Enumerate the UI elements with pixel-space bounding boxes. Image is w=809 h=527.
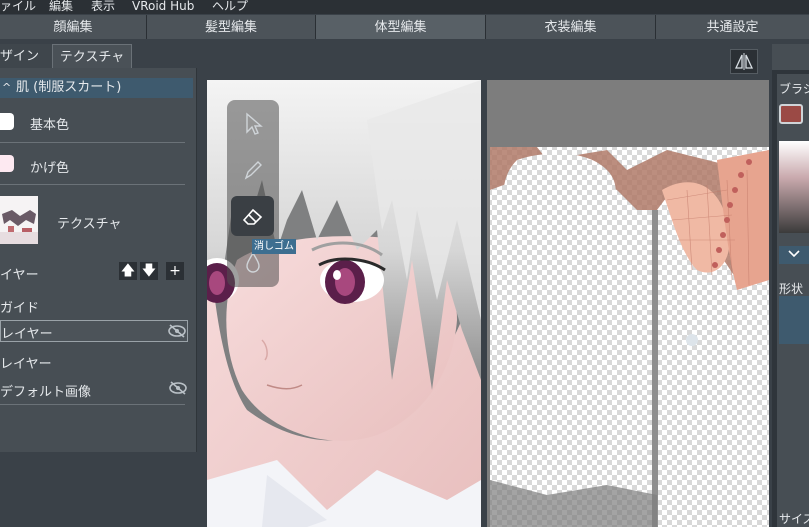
left-panel: ザイン テクスチャ ^ 肌 (制服スカート) 基本色 かげ色 テクスチャ イヤー…: [0, 44, 200, 527]
brush-settings-box: ブラシ 形状 サイズ: [777, 74, 809, 527]
right-panel: ブラシ 形状 サイズ: [772, 44, 809, 527]
menu-file[interactable]: ァイル: [0, 0, 36, 13]
visibility-hidden-icon[interactable]: [167, 324, 187, 338]
tab-texture[interactable]: テクスチャ: [52, 44, 132, 68]
collapse-icon: ^: [2, 81, 12, 94]
menu-edit[interactable]: 編集: [49, 0, 73, 13]
brush-shape-preview[interactable]: [779, 296, 809, 344]
layer-header: イヤー: [0, 268, 39, 283]
section-header-skin[interactable]: ^ 肌 (制服スカート): [0, 78, 193, 98]
layer-item-selected[interactable]: レイヤー: [0, 320, 188, 342]
add-layer-button[interactable]: +: [166, 262, 184, 280]
section-title: 肌 (制服スカート): [16, 80, 122, 95]
texture-label: テクスチャ: [57, 217, 122, 232]
symmetry-icon: [734, 53, 754, 70]
texture-thumbnail-image: [0, 196, 38, 244]
skin-settings-panel: ^ 肌 (制服スカート) 基本色 かげ色 テクスチャ イヤー 🡅 🡇 + ガイド…: [0, 68, 197, 452]
brush-color-swatch[interactable]: [779, 104, 803, 124]
uv-texture-render: [487, 80, 769, 527]
visibility-hidden-icon[interactable]: [168, 381, 188, 395]
menu-bar: ァイル 編集 表示 VRoid Hub ヘルプ: [0, 0, 809, 14]
menu-help[interactable]: ヘルプ: [212, 0, 248, 13]
tab-body-edit[interactable]: 体型編集: [316, 15, 486, 39]
tab-design[interactable]: ザイン: [0, 44, 52, 68]
divider: [0, 184, 185, 185]
eraser-icon: [242, 208, 263, 225]
right-panel-header: [772, 44, 809, 70]
menu-vroid-hub[interactable]: VRoid Hub: [132, 0, 194, 13]
mode-tab-bar: 顔編集 髪型編集 体型編集 衣装編集 共通設定: [0, 15, 809, 39]
select-cursor-icon[interactable]: [243, 112, 263, 136]
eraser-tooltip: 消しゴム: [252, 239, 296, 254]
layer-item[interactable]: レイヤー: [0, 353, 52, 372]
texture-thumbnail[interactable]: [0, 196, 38, 244]
pen-icon[interactable]: [242, 158, 264, 182]
shade-color-swatch[interactable]: [0, 155, 14, 172]
color-picker-gradient[interactable]: [779, 141, 809, 233]
divider: [0, 404, 185, 405]
shade-color-label: かげ色: [30, 161, 70, 176]
tab-face-edit[interactable]: 顔編集: [0, 15, 147, 39]
texture-canvas[interactable]: [487, 80, 769, 527]
base-color-swatch[interactable]: [0, 113, 14, 130]
brush-label: ブラシ: [779, 82, 809, 96]
menu-view[interactable]: 表示: [91, 0, 115, 13]
base-color-label: 基本色: [30, 118, 70, 133]
dropdown-chevron[interactable]: [779, 246, 809, 264]
divider: [0, 142, 185, 143]
size-label: サイズ: [779, 512, 809, 526]
tool-palette: [227, 100, 279, 287]
tab-costume-edit[interactable]: 衣装編集: [486, 15, 656, 39]
move-layer-down-button[interactable]: 🡇: [140, 262, 158, 280]
layer-item-default-image[interactable]: デフォルト画像: [0, 381, 91, 400]
eraser-tool-button[interactable]: [231, 196, 274, 236]
chevron-down-icon: [788, 250, 800, 258]
layer-item-guide[interactable]: ガイド: [0, 297, 39, 316]
symmetry-toggle-button[interactable]: [730, 49, 758, 74]
move-layer-up-button[interactable]: 🡅: [119, 262, 137, 280]
shape-label: 形状: [779, 282, 804, 296]
tab-hair-edit[interactable]: 髪型編集: [147, 15, 316, 39]
tab-common-settings[interactable]: 共通設定: [656, 15, 809, 39]
layer-item-label: レイヤー: [1, 327, 53, 342]
